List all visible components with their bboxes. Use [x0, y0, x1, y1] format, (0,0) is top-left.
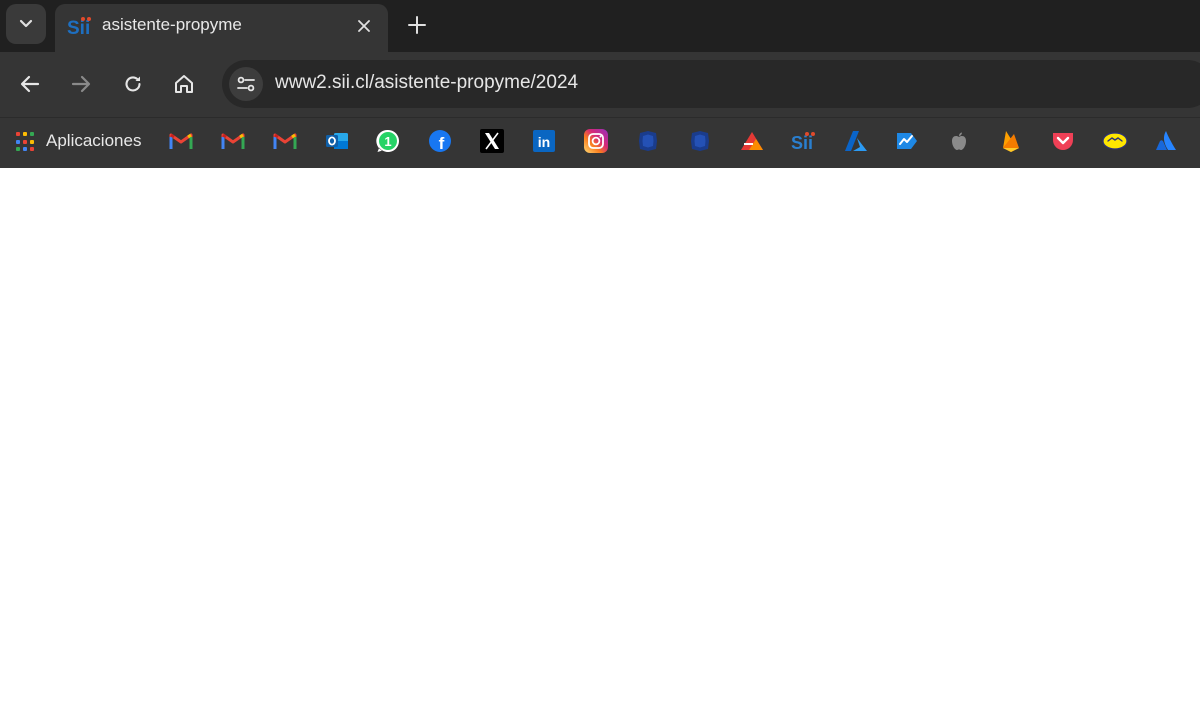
bookmark-linkedin[interactable]: in [529, 126, 559, 156]
reload-icon [125, 76, 141, 92]
address-bar[interactable]: www2.sii.cl/asistente-propyme/2024 [222, 60, 1200, 108]
svg-text:f: f [439, 134, 445, 153]
site-info-button[interactable] [229, 67, 263, 101]
arrow-left-icon [20, 75, 40, 93]
arrow-right-icon [71, 75, 91, 93]
bookmark-atlassian[interactable] [1151, 126, 1181, 156]
bookmark-instagram[interactable] [581, 126, 611, 156]
firebase-icon [1003, 131, 1019, 152]
svg-text:Sii: Sii [67, 18, 90, 38]
tune-icon [237, 76, 255, 92]
tab-title: asistente-propyme [102, 15, 242, 34]
whatsapp-icon: 1 [376, 129, 399, 152]
bookmark-facebook[interactable]: f [425, 126, 455, 156]
tab-active[interactable]: Sii asistente-propyme [55, 4, 388, 52]
gmail-icon [273, 133, 297, 149]
bookmark-outlook[interactable] [322, 126, 352, 156]
svg-text:1: 1 [384, 134, 391, 149]
atlassian-icon [1156, 131, 1176, 150]
tab-search-button[interactable] [6, 4, 46, 44]
bookmark-apple[interactable] [944, 126, 974, 156]
pocket-icon [1053, 133, 1073, 150]
gmail-icon [221, 133, 245, 149]
bookmarks-bar: Aplicaciones 1 f in Sii [0, 117, 1200, 168]
bookmark-gmail-2[interactable] [218, 126, 248, 156]
chevron-down-icon [19, 19, 33, 28]
instagram-icon [584, 129, 608, 153]
apple-icon [952, 132, 966, 150]
gmail-icon [169, 133, 193, 149]
facebook-icon: f [429, 130, 451, 153]
bookmark-pocket[interactable] [1048, 126, 1078, 156]
close-icon [358, 20, 370, 32]
azure-icon [845, 131, 867, 151]
tab-close-button[interactable] [352, 14, 376, 38]
home-icon [175, 75, 193, 93]
forward-button[interactable] [65, 68, 97, 100]
bookmark-bank-1[interactable] [633, 126, 663, 156]
bookmark-x[interactable] [477, 126, 507, 156]
bookmark-gmail-3[interactable] [270, 126, 300, 156]
bank-icon [691, 131, 709, 151]
x-icon [480, 129, 504, 153]
back-button[interactable] [14, 68, 46, 100]
linkedin-icon: in [533, 130, 555, 152]
home-button[interactable] [168, 68, 200, 100]
apps-grid-icon [16, 132, 36, 152]
bookmark-firebase[interactable] [996, 126, 1026, 156]
bookmark-mercadolibre[interactable] [1100, 126, 1130, 156]
url-text[interactable]: www2.sii.cl/asistente-propyme/2024 [275, 72, 578, 94]
tab-strip: Sii asistente-propyme [0, 0, 1200, 52]
azure-boards-icon [897, 133, 917, 149]
toolbar: www2.sii.cl/asistente-propyme/2024 [0, 52, 1200, 117]
sii-favicon-icon: Sii [67, 17, 91, 38]
svg-text:Sii: Sii [791, 133, 813, 152]
sii-icon: Sii [791, 132, 815, 152]
outlook-icon [326, 133, 348, 149]
bookmark-bank-2[interactable] [685, 126, 715, 156]
svg-text:in: in [538, 134, 550, 150]
bookmark-sii[interactable]: Sii [789, 126, 819, 156]
bank-icon [639, 131, 657, 151]
mercadolibre-icon [1102, 132, 1128, 150]
bookmark-azure-boards[interactable] [892, 126, 922, 156]
bookmark-azure[interactable] [841, 126, 871, 156]
browser-chrome: Sii asistente-propyme www2.sii.cl/asiste… [0, 0, 1200, 168]
bookmark-red-orange[interactable] [737, 126, 767, 156]
red-orange-icon [741, 132, 763, 150]
new-tab-button[interactable] [402, 10, 432, 40]
bookmark-whatsapp[interactable]: 1 [373, 126, 403, 156]
reload-button[interactable] [117, 68, 149, 100]
bookmark-gmail-1[interactable] [166, 126, 196, 156]
bookmark-apps[interactable]: Aplicaciones [10, 126, 147, 156]
apps-label: Aplicaciones [46, 131, 142, 150]
plus-icon [408, 16, 426, 34]
page-content [0, 168, 1200, 724]
